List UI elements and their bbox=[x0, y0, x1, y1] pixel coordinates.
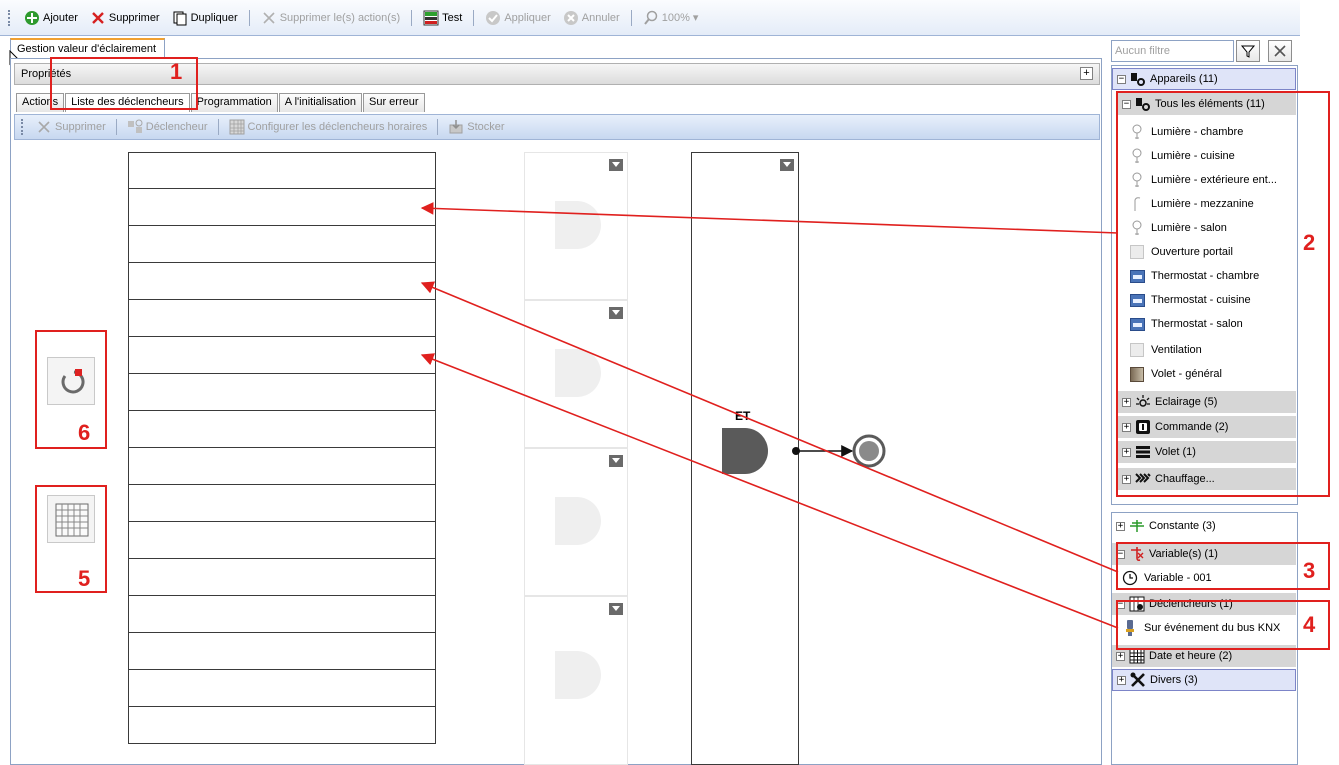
annotation-number-5: 5 bbox=[78, 566, 91, 591]
gate-output-connector bbox=[792, 445, 854, 457]
annotation-box-5 bbox=[35, 485, 107, 593]
output-node-icon[interactable] bbox=[852, 434, 886, 468]
annotation-number-4: 4 bbox=[1303, 612, 1316, 637]
annotation-box-2 bbox=[1116, 91, 1330, 497]
annotation-number-3: 3 bbox=[1303, 558, 1316, 583]
annotation-number-2: 2 bbox=[1303, 230, 1316, 255]
annotation-arrow bbox=[420, 353, 1119, 629]
annotation-box-6 bbox=[35, 330, 107, 449]
annotation-number-6: 6 bbox=[78, 420, 91, 445]
annotation-arrow bbox=[420, 281, 1119, 573]
annotation-box-4 bbox=[1116, 600, 1330, 650]
annotation-arrow bbox=[420, 202, 1119, 234]
annotation-number-1: 1 bbox=[170, 59, 183, 84]
annotation-box-3 bbox=[1116, 542, 1330, 590]
